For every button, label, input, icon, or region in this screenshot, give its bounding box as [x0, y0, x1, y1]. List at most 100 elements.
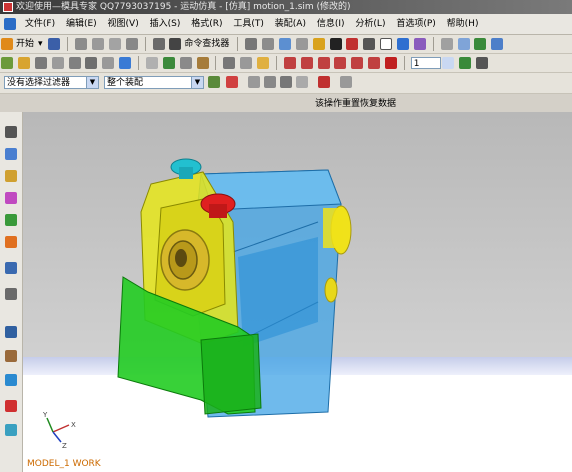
stop-icon[interactable]: [385, 57, 397, 69]
reset-icon[interactable]: [340, 76, 352, 88]
pencil-hole-core: [175, 249, 187, 267]
export-icon[interactable]: [223, 57, 236, 69]
save-icon[interactable]: [48, 38, 61, 50]
to-start-icon[interactable]: [283, 57, 296, 69]
constraint-navigator-icon[interactable]: [5, 148, 17, 160]
assembly-navigator-icon[interactable]: [5, 126, 17, 138]
toolbar-separator: [275, 56, 277, 70]
shading-icon[interactable]: [312, 38, 325, 50]
graphics-canvas[interactable]: X Y Z: [23, 112, 572, 472]
visualization-icon[interactable]: [413, 38, 426, 50]
toolbar-separator: [67, 37, 69, 51]
explode-icon[interactable]: [257, 57, 269, 69]
menu-info[interactable]: 信息(I): [313, 14, 349, 34]
link-icon[interactable]: [17, 57, 30, 69]
menu-edit[interactable]: 编辑(E): [62, 14, 101, 34]
menu-help[interactable]: 帮助(H): [443, 14, 483, 34]
to-end-icon[interactable]: [368, 57, 381, 69]
wcs-icon[interactable]: [457, 38, 470, 50]
frame-value: 1: [413, 59, 420, 69]
body-rule-icon[interactable]: [296, 76, 308, 88]
menu-assembly[interactable]: 装配(A): [271, 14, 310, 34]
menu-format[interactable]: 格式(R): [187, 14, 226, 34]
rotate-icon[interactable]: [295, 38, 308, 50]
command-finder-button[interactable]: 命令查找器: [182, 35, 231, 53]
analysis-icon[interactable]: [474, 38, 487, 50]
assembly-scope-dropdown[interactable]: 整个装配 ▼: [104, 76, 204, 89]
selection-filter-value: 没有选择过滤器: [7, 78, 71, 88]
play-icon[interactable]: [334, 57, 347, 69]
layer-icon[interactable]: [245, 38, 258, 50]
play-back-icon[interactable]: [317, 57, 330, 69]
snap-point-icon[interactable]: [248, 76, 260, 88]
snap-icon[interactable]: [440, 38, 453, 50]
start-icon[interactable]: [1, 38, 13, 50]
title-bar: 欢迎使用—模具专家 QQ7793037195 - 运动仿真 - [仿真] mot…: [0, 0, 572, 14]
solve-icon[interactable]: [162, 57, 175, 69]
manufacturing-wizards-icon[interactable]: [5, 374, 17, 386]
work-layer-icon[interactable]: [397, 38, 410, 50]
roles-icon[interactable]: [5, 400, 17, 412]
damper-icon[interactable]: [68, 57, 81, 69]
crank-hub: [323, 208, 343, 248]
menu-tools[interactable]: 工具(T): [229, 14, 268, 34]
part-navigator-icon[interactable]: [5, 170, 17, 182]
selection-filter-dropdown[interactable]: 没有选择过滤器 ▼: [4, 76, 99, 89]
contact-icon[interactable]: [85, 57, 98, 69]
render-style-icon[interactable]: [346, 38, 359, 50]
driver-icon[interactable]: [119, 57, 132, 69]
menu-view[interactable]: 视图(V): [104, 14, 143, 34]
paste-icon[interactable]: [108, 38, 121, 50]
curve-rule-icon[interactable]: [264, 76, 276, 88]
motion-icon[interactable]: [491, 38, 504, 50]
chevron-down-icon[interactable]: ▼: [191, 77, 203, 88]
menu-analysis[interactable]: 分析(L): [351, 14, 389, 34]
frame-icon[interactable]: [380, 38, 393, 50]
history-icon[interactable]: [5, 288, 17, 300]
chevron-down-icon[interactable]: ▼: [86, 77, 98, 88]
system-scene-icon[interactable]: [5, 424, 17, 436]
frame-select[interactable]: 1: [410, 57, 441, 69]
animation-icon[interactable]: [179, 57, 192, 69]
web-browser-icon[interactable]: [5, 262, 17, 274]
intent-icon[interactable]: [318, 76, 330, 88]
cut-icon[interactable]: [75, 38, 88, 50]
mechanism-icon[interactable]: [1, 57, 13, 69]
pencil-sharpener-model[interactable]: [117, 158, 352, 418]
copy-icon[interactable]: [92, 38, 105, 50]
start-button[interactable]: 开始: [14, 35, 36, 53]
system-materials-icon[interactable]: [5, 326, 17, 338]
undo-icon[interactable]: [152, 38, 165, 50]
start-dropdown-icon[interactable]: ▾: [36, 35, 45, 53]
zoom-fit-icon[interactable]: [278, 38, 291, 50]
step-back-icon[interactable]: [300, 57, 313, 69]
triad-z-label: Z: [62, 442, 67, 450]
sphere-icon[interactable]: [363, 38, 376, 50]
view-orient-icon[interactable]: [262, 38, 275, 50]
nx-logo-icon[interactable]: [4, 18, 16, 30]
joint-icon[interactable]: [34, 57, 47, 69]
finish-animation-icon[interactable]: [475, 57, 488, 69]
menu-insert[interactable]: 插入(S): [146, 14, 185, 34]
filter-settings-icon[interactable]: [208, 76, 220, 88]
marker-icon[interactable]: [102, 57, 115, 69]
hd3d-tools-icon[interactable]: [5, 236, 17, 248]
tracer-icon[interactable]: [240, 57, 253, 69]
select-all-icon[interactable]: [226, 76, 238, 88]
binoculars-icon[interactable]: [169, 38, 182, 50]
menu-preferences[interactable]: 首选项(P): [392, 14, 439, 34]
face-rule-icon[interactable]: [280, 76, 292, 88]
motion-navigator-icon[interactable]: [5, 192, 17, 204]
playback-settings-icon[interactable]: [458, 57, 471, 69]
frame-dropdown-icon[interactable]: [441, 57, 454, 69]
graphics-window[interactable]: X Y Z: [23, 112, 572, 472]
process-studio-icon[interactable]: [5, 350, 17, 362]
solution-icon[interactable]: [145, 57, 158, 69]
reuse-library-icon[interactable]: [5, 214, 17, 226]
edge-display-icon[interactable]: [329, 38, 342, 50]
step-forward-icon[interactable]: [351, 57, 364, 69]
delete-icon[interactable]: [125, 38, 138, 50]
spring-icon[interactable]: [51, 57, 64, 69]
graph-icon[interactable]: [196, 57, 209, 69]
menu-file[interactable]: 文件(F): [21, 14, 59, 34]
